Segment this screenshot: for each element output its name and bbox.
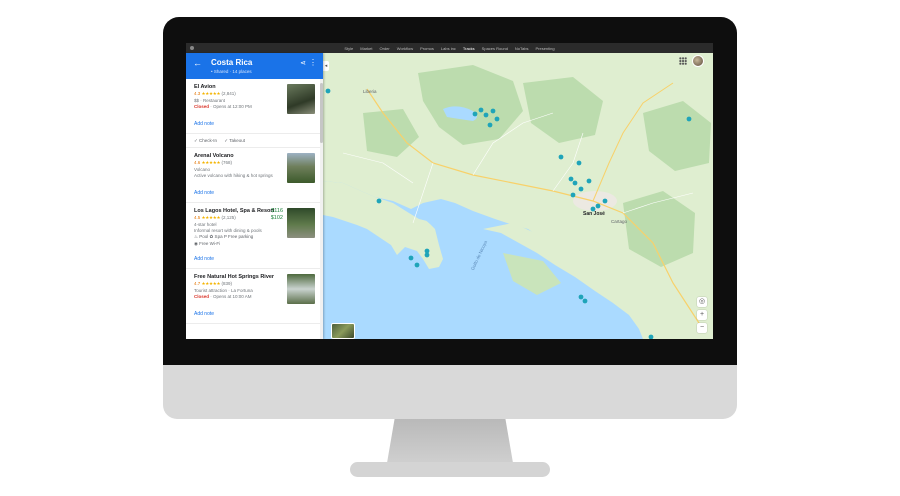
list-panel: ← Costa Rica • Shared · 14 places ⋖ ⋮ El… xyxy=(186,53,323,339)
place-photo[interactable] xyxy=(287,274,315,304)
map-pin[interactable] xyxy=(483,112,489,118)
menubar-item[interactable]: Promos xyxy=(420,46,434,51)
map-pin[interactable] xyxy=(568,176,574,182)
add-note-link[interactable]: Add note xyxy=(194,190,320,196)
map-pin[interactable] xyxy=(494,116,500,122)
map-pin[interactable] xyxy=(490,108,496,114)
map-graphic xyxy=(323,53,713,339)
place-photo[interactable] xyxy=(287,208,315,238)
menubar-item[interactable]: Style xyxy=(344,46,353,51)
more-vert-icon[interactable]: ⋮ xyxy=(309,58,317,67)
collapse-panel-button[interactable]: ◂ xyxy=(323,61,329,71)
map-controls: ◎ + − xyxy=(697,297,707,333)
share-icon[interactable]: ⋖ xyxy=(300,59,306,67)
map-pin[interactable] xyxy=(582,298,588,304)
map-canvas[interactable]: Liberia San José Cartago Golfo de Nicoya… xyxy=(323,53,713,339)
menubar-item[interactable]: Workflow xyxy=(397,46,413,51)
add-note-link[interactable]: Add note xyxy=(194,311,320,317)
place-photo[interactable] xyxy=(287,84,315,114)
map-pin[interactable] xyxy=(602,198,608,204)
map-pin[interactable] xyxy=(325,88,331,94)
list-item[interactable]: Free Natural Hot Springs River 4.7 ★★★★★… xyxy=(186,269,320,324)
map-label-san-jose: San José xyxy=(583,211,605,217)
arrow-left-icon[interactable]: ← xyxy=(193,58,202,68)
add-note-link[interactable]: Add note xyxy=(194,256,320,262)
menubar-item[interactable]: Order xyxy=(380,46,390,51)
menubar-item[interactable]: Market xyxy=(360,46,372,51)
monitor-chin xyxy=(163,365,737,419)
stars-icon: ★★★★★ xyxy=(201,91,221,96)
menubar-item[interactable]: Presenting xyxy=(535,46,554,51)
service-options: ✓ Check-In ✓ Takeout xyxy=(186,134,320,148)
list-item[interactable]: Arenal Volcano 4.6 ★★★★★ (768) Volcano A… xyxy=(186,148,320,203)
place-name[interactable]: Los Lagos Hotel, Spa & Resort xyxy=(194,208,282,214)
apps-grid-icon[interactable] xyxy=(679,57,687,65)
map-pin[interactable] xyxy=(586,178,592,184)
menubar-item[interactable]: Labs inc xyxy=(441,46,456,51)
monitor-stand-neck xyxy=(387,419,513,463)
map-pin[interactable] xyxy=(570,192,576,198)
stars-icon: ★★★★★ xyxy=(201,281,221,286)
map-pin[interactable] xyxy=(572,180,578,186)
map-pin[interactable] xyxy=(424,248,430,254)
avatar[interactable] xyxy=(692,55,704,67)
place-name[interactable]: Arenal Volcano xyxy=(194,153,282,159)
zoom-out-button[interactable]: − xyxy=(697,323,707,333)
menubar-item[interactable]: NoTabs xyxy=(515,46,529,51)
map-pin[interactable] xyxy=(578,294,584,300)
price-high: $116 xyxy=(271,208,283,214)
map-pin[interactable] xyxy=(686,116,692,122)
menubar-item-active[interactable]: Tracks xyxy=(463,46,475,51)
price-low: $102 xyxy=(270,215,283,221)
layers-button[interactable] xyxy=(331,323,355,339)
map-label-liberia: Liberia xyxy=(363,89,377,94)
map-pin[interactable] xyxy=(478,107,484,113)
panel-scrollbar[interactable] xyxy=(320,79,323,339)
map-pin[interactable] xyxy=(576,160,582,166)
map-pin[interactable] xyxy=(578,186,584,192)
monitor-stand-foot xyxy=(350,462,550,477)
scrollbar-thumb[interactable] xyxy=(320,83,323,143)
list-item[interactable]: Los Lagos Hotel, Spa & Resort $116 $102 … xyxy=(186,203,320,269)
zoom-in-button[interactable]: + xyxy=(697,310,707,320)
map-label-cartago: Cartago xyxy=(611,219,628,224)
monitor-mockup: Style Market Order Workflow Promos Labs … xyxy=(0,0,900,496)
menubar-item[interactable]: Spaces Round xyxy=(482,46,508,51)
map-pin[interactable] xyxy=(595,203,601,209)
amenities-wifi: ◉ Free Wi-Fi xyxy=(194,241,221,246)
panel-header: ← Costa Rica • Shared · 14 places ⋖ ⋮ xyxy=(186,53,323,79)
add-note-link[interactable]: Add note xyxy=(194,121,320,127)
map-pin[interactable] xyxy=(376,198,382,204)
my-location-icon[interactable]: ◎ xyxy=(697,297,707,307)
screen: Style Market Order Workflow Promos Labs … xyxy=(186,43,713,339)
map-pin[interactable] xyxy=(414,262,420,268)
place-name[interactable]: Free Natural Hot Springs River xyxy=(194,274,282,280)
map-pin[interactable] xyxy=(487,122,493,128)
map-pin[interactable] xyxy=(472,111,478,117)
list-subtitle: • Shared · 14 places xyxy=(211,69,252,74)
top-menubar: Style Market Order Workflow Promos Labs … xyxy=(186,43,713,53)
place-name[interactable]: El Avion xyxy=(194,84,282,90)
menu-dot-icon xyxy=(190,46,194,50)
stars-icon: ★★★★★ xyxy=(201,160,221,165)
list-item[interactable]: El Avion 4.3 ★★★★★ (2,841) $$ · Restaura… xyxy=(186,79,320,134)
map-pin[interactable] xyxy=(408,255,414,261)
map-pin[interactable] xyxy=(558,154,564,160)
place-photo[interactable] xyxy=(287,153,315,183)
stars-icon: ★★★★★ xyxy=(201,215,221,220)
list-title: Costa Rica xyxy=(211,58,253,67)
